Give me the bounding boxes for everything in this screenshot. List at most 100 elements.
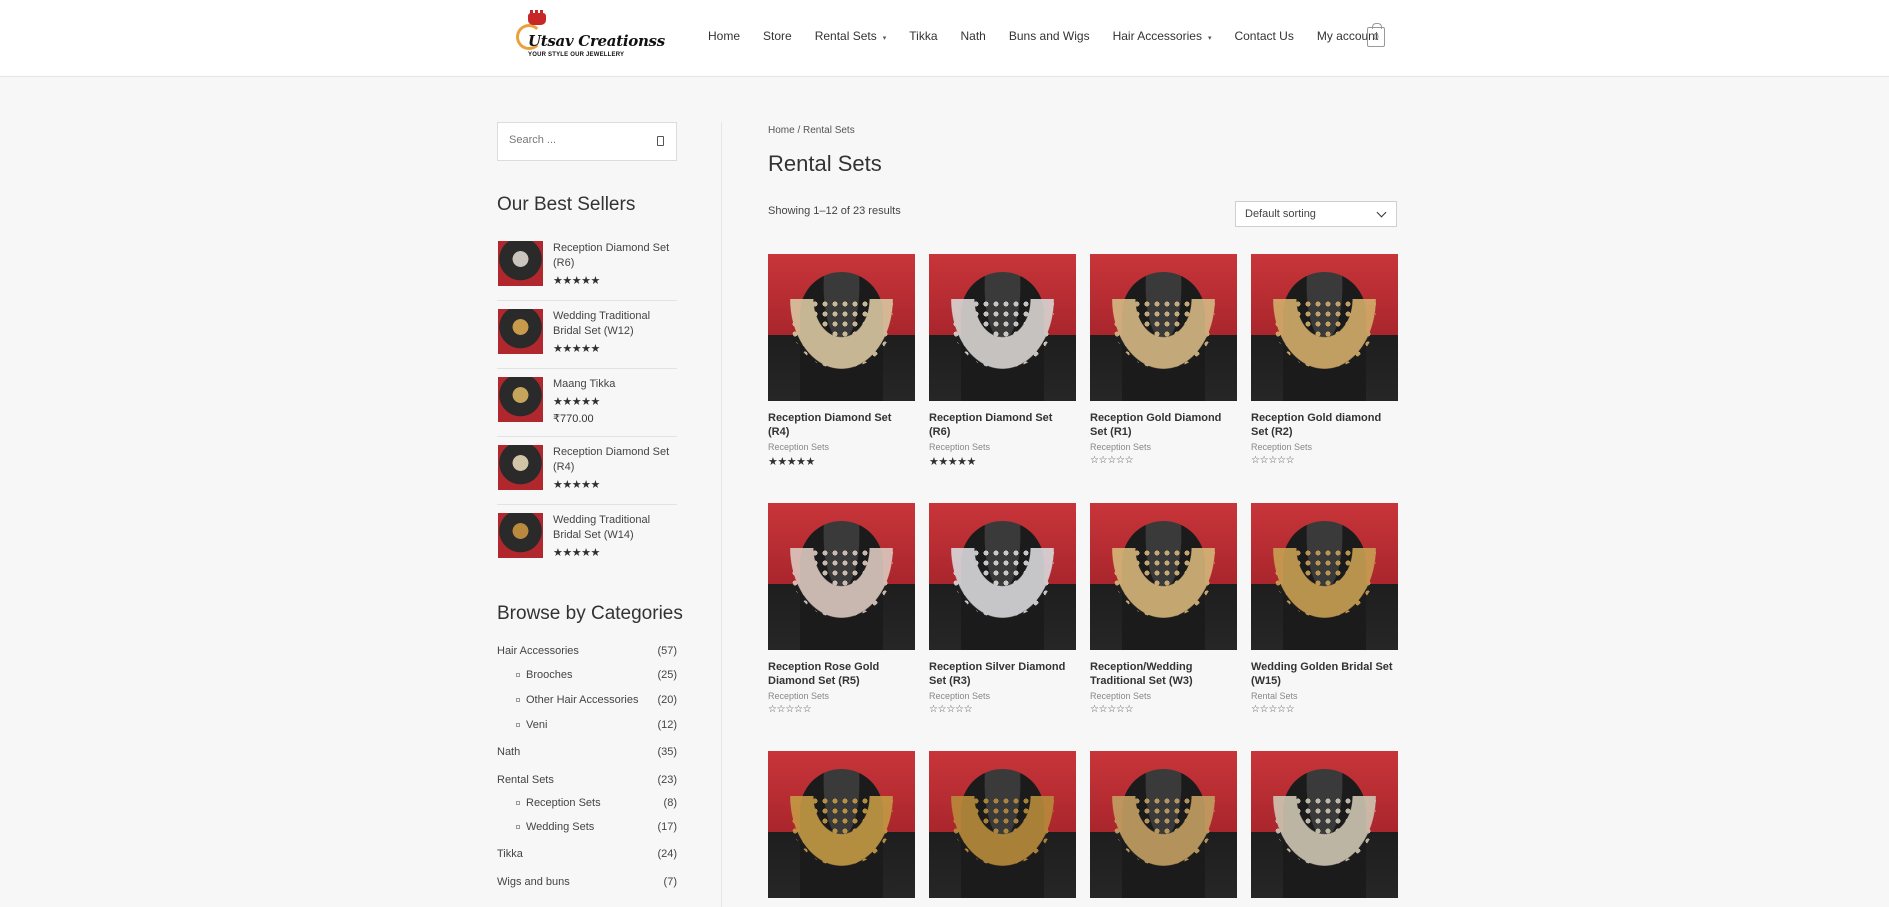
category-label: Nath	[497, 746, 521, 758]
search-input[interactable]	[509, 134, 649, 146]
category-link[interactable]: Reception Sets	[516, 797, 601, 809]
best-seller-name[interactable]: Reception Diamond Set (R4)	[553, 445, 677, 475]
category-count: (57)	[657, 645, 677, 657]
product-category[interactable]: Reception Sets	[1251, 442, 1398, 452]
product-title[interactable]: Reception Rose Gold Diamond Set (R5)	[768, 660, 915, 688]
product-image[interactable]	[768, 503, 915, 650]
best-seller-item[interactable]: Wedding Traditional Bridal Set (W12) ★★★★…	[497, 309, 677, 369]
sorting-select[interactable]: Default sorting	[1235, 201, 1397, 227]
category-link[interactable]: Nath	[497, 746, 520, 758]
product-title[interactable]: Reception Diamond Set (R4)	[768, 411, 915, 439]
product-image[interactable]	[768, 751, 915, 898]
category-label: Hair Accessories	[497, 645, 579, 657]
nav-item-label: Nath	[960, 29, 986, 43]
product-category[interactable]: Reception Sets	[929, 442, 1076, 452]
category-link[interactable]: Veni	[516, 719, 547, 731]
category-link[interactable]: Tikka	[497, 848, 523, 860]
product-category[interactable]: Rental Sets	[1251, 691, 1398, 701]
rating-stars: ★★★★★	[553, 275, 600, 287]
cart-icon[interactable]: 0	[1367, 23, 1385, 47]
category-link[interactable]: Brooches	[516, 669, 572, 681]
site-logo[interactable]: Utsav Creationss YOUR STYLE OUR JEWELLER…	[514, 10, 665, 64]
product-image[interactable]	[1251, 254, 1398, 401]
product-card[interactable]	[929, 751, 1076, 898]
category-link[interactable]: Wedding Sets	[516, 821, 594, 833]
product-image[interactable]	[1251, 503, 1398, 650]
category-label: Wigs and buns	[497, 876, 570, 888]
categories-heading: Browse by Categories	[497, 603, 683, 624]
best-seller-item[interactable]: Reception Diamond Set (R6) ★★★★★	[497, 241, 677, 301]
product-image[interactable]	[768, 254, 915, 401]
best-seller-name[interactable]: Wedding Traditional Bridal Set (W12)	[553, 309, 677, 339]
breadcrumb[interactable]: Home / Rental Sets	[768, 125, 855, 136]
best-seller-name[interactable]: Reception Diamond Set (R6)	[553, 241, 677, 271]
nav-item-buns-and-wigs[interactable]: Buns and Wigs	[1009, 29, 1090, 43]
result-count: Showing 1–12 of 23 results	[768, 205, 901, 217]
best-seller-name[interactable]: Maang Tikka	[553, 377, 677, 392]
product-title[interactable]: Reception Gold diamond Set (R2)	[1251, 411, 1398, 439]
best-seller-item[interactable]: Reception Diamond Set (R4) ★★★★★	[497, 445, 677, 505]
rating-stars: ☆☆☆☆☆	[768, 704, 812, 715]
product-card[interactable]: Reception Diamond Set (R6) Reception Sets…	[929, 254, 1076, 468]
product-card[interactable]	[768, 751, 915, 898]
product-image[interactable]	[929, 751, 1076, 898]
category-label: Brooches	[526, 669, 573, 681]
category-count: (8)	[663, 797, 677, 809]
product-title[interactable]: Reception Gold Diamond Set (R1)	[1090, 411, 1237, 439]
product-card[interactable]: Reception Silver Diamond Set (R3) Recepti…	[929, 503, 1076, 715]
product-thumbnail[interactable]	[498, 513, 543, 558]
category-label: Veni	[526, 719, 548, 731]
product-title[interactable]: Reception Silver Diamond Set (R3)	[929, 660, 1076, 688]
product-title[interactable]: Reception/Wedding Traditional Set (W3)	[1090, 660, 1237, 688]
nav-item-rental-sets[interactable]: Rental Sets ▾	[815, 29, 887, 43]
category-link[interactable]: Rental Sets	[497, 774, 554, 786]
product-image[interactable]	[1090, 254, 1237, 401]
page-title: Rental Sets	[768, 151, 882, 176]
product-image[interactable]	[929, 254, 1076, 401]
product-category[interactable]: Reception Sets	[1090, 691, 1237, 701]
category-link[interactable]: Other Hair Accessories	[516, 694, 638, 706]
product-category[interactable]: Reception Sets	[1090, 442, 1237, 452]
category-link[interactable]: Hair Accessories	[497, 645, 579, 657]
subcategory-bullet-icon	[516, 673, 520, 678]
subcategory-bullet-icon	[516, 723, 520, 728]
nav-item-contact-us[interactable]: Contact Us	[1234, 29, 1293, 43]
product-thumbnail[interactable]	[498, 377, 543, 422]
product-category[interactable]: Reception Sets	[768, 691, 915, 701]
product-title[interactable]: Wedding Golden Bridal Set (W15)	[1251, 660, 1398, 688]
product-category[interactable]: Reception Sets	[768, 442, 915, 452]
subcategory-bullet-icon	[516, 698, 520, 703]
product-image[interactable]	[1090, 503, 1237, 650]
rating-stars: ★★★★★	[553, 479, 600, 491]
product-thumbnail[interactable]	[498, 241, 543, 286]
nav-item-tikka[interactable]: Tikka	[909, 29, 937, 43]
product-image[interactable]	[1251, 751, 1398, 898]
category-link[interactable]: Wigs and buns	[497, 876, 570, 888]
nav-item-label: Rental Sets	[814, 29, 877, 43]
product-category[interactable]: Reception Sets	[929, 691, 1076, 701]
product-image[interactable]	[929, 503, 1076, 650]
product-card[interactable]	[1090, 751, 1237, 898]
nav-item-store[interactable]: Store	[763, 29, 792, 43]
best-seller-item[interactable]: Maang Tikka ★★★★★ ₹770.00	[497, 377, 677, 437]
product-card[interactable]	[1251, 751, 1398, 898]
rating-stars: ★★★★★	[768, 456, 815, 468]
product-title[interactable]: Reception Diamond Set (R6)	[929, 411, 1076, 439]
product-card[interactable]: Wedding Golden Bridal Set (W15) Rental Se…	[1251, 503, 1398, 715]
best-seller-item[interactable]: Wedding Traditional Bridal Set (W14) ★★★★…	[497, 513, 677, 573]
category-label: Rental Sets	[497, 774, 554, 786]
product-card[interactable]: Reception Diamond Set (R4) Reception Sets…	[768, 254, 915, 468]
product-card[interactable]: Reception Rose Gold Diamond Set (R5) Rece…	[768, 503, 915, 715]
nav-item-nath[interactable]: Nath	[961, 29, 986, 43]
product-card[interactable]: Reception Gold diamond Set (R2) Reception…	[1251, 254, 1398, 466]
product-card[interactable]: Reception/Wedding Traditional Set (W3) Re…	[1090, 503, 1237, 715]
nav-item-label: Contact Us	[1234, 29, 1294, 43]
product-image[interactable]	[1090, 751, 1237, 898]
nav-item-hair-accessories[interactable]: Hair Accessories ▾	[1113, 29, 1212, 43]
product-thumbnail[interactable]	[498, 445, 543, 490]
nav-item-home[interactable]: Home	[708, 29, 740, 43]
product-card[interactable]: Reception Gold Diamond Set (R1) Reception…	[1090, 254, 1237, 466]
product-thumbnail[interactable]	[498, 309, 543, 354]
search-icon[interactable]	[657, 136, 664, 146]
best-seller-name[interactable]: Wedding Traditional Bridal Set (W14)	[553, 513, 677, 543]
